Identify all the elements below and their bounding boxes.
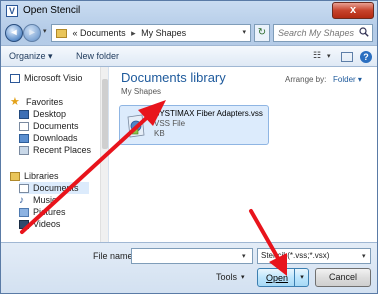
nav-item-recent-places[interactable]: Recent Places	[19, 144, 91, 156]
downloads-icon	[19, 134, 29, 144]
nav-item-libraries[interactable]: Libraries	[10, 170, 59, 182]
nav-item-label: Music	[33, 195, 57, 205]
nav-item-label: Documents	[33, 121, 79, 131]
nav-item-pictures[interactable]: Pictures	[19, 206, 66, 218]
file-name-label: File name:	[93, 251, 136, 261]
file-name-input[interactable]	[131, 248, 253, 264]
nav-item-label: Microsoft Visio	[24, 73, 83, 83]
search-box[interactable]	[273, 24, 373, 42]
videos-icon	[19, 220, 29, 230]
close-button[interactable]: x	[332, 2, 374, 19]
back-button[interactable]: ◂	[5, 24, 23, 42]
file-list-pane: Documents library My Shapes Arrange by: …	[109, 67, 377, 242]
nav-item-label: Pictures	[33, 207, 66, 217]
pictures-icon	[19, 208, 29, 218]
nav-item-label: Downloads	[33, 133, 78, 143]
nav-item-label: Favorites	[26, 97, 64, 107]
library-title: Documents library	[121, 70, 226, 85]
desktop-icon	[19, 110, 29, 120]
navigation-pane: Microsoft Visio ★ Favorites Desktop Docum…	[1, 67, 109, 242]
window-title: Open Stencil	[23, 5, 81, 16]
open-stencil-dialog: V Open Stencil x ◂ ▸ ▾ « Documents ▸ My …	[0, 0, 378, 294]
command-bar: Organize ▾ New folder ☷ ▾ ?	[1, 45, 377, 67]
file-name: SYSTIMAX Fiber Adapters.vss	[154, 109, 263, 118]
cancel-button[interactable]: Cancel	[315, 268, 371, 287]
nav-item-library-documents[interactable]: Documents	[19, 182, 89, 194]
file-name-dropdown-icon[interactable]: ▾	[242, 252, 246, 260]
visio-stencil-file-icon	[127, 114, 145, 138]
library-subtitle: My Shapes	[121, 87, 162, 96]
tools-menu[interactable]: Tools	[216, 272, 237, 282]
preview-pane-icon[interactable]	[341, 52, 353, 62]
open-options-dropdown[interactable]: ▾	[294, 269, 309, 286]
refresh-button[interactable]: ↻	[254, 24, 270, 42]
documents-icon	[19, 122, 29, 132]
open-button[interactable]: Open ▾	[257, 268, 309, 287]
star-icon: ★	[10, 96, 20, 109]
views-dropdown[interactable]: ▾	[327, 52, 331, 60]
file-name-panel: File name: ▾ Stencil (*.vss;*.vsx) ▾ Too…	[1, 242, 377, 293]
breadcrumb-separator[interactable]: ▸	[131, 28, 136, 38]
file-type: VSS File	[154, 119, 186, 128]
help-icon[interactable]: ?	[360, 51, 372, 63]
forward-button[interactable]: ▸	[23, 24, 41, 42]
file-type-select[interactable]: Stencil (*.vss;*.vsx)	[257, 248, 371, 264]
arrange-by-dropdown[interactable]: Folder ▾	[333, 75, 362, 84]
views-icon[interactable]: ☷	[313, 50, 321, 61]
arrange-by-label: Arrange by:	[285, 75, 327, 84]
nav-item-documents[interactable]: Documents	[19, 120, 79, 132]
breadcrumb-prefix[interactable]: «	[73, 28, 78, 38]
nav-scrollbar[interactable]	[100, 67, 108, 242]
breadcrumb-my-shapes[interactable]: My Shapes	[141, 28, 186, 38]
address-bar[interactable]: « Documents ▸ My Shapes ▾	[51, 24, 251, 42]
breadcrumb-documents[interactable]: Documents	[80, 28, 126, 38]
folder-icon	[56, 29, 67, 39]
nav-item-label: Documents	[33, 183, 79, 193]
nav-item-microsoft-visio[interactable]: Microsoft Visio	[10, 72, 82, 84]
file-item-systimax[interactable]: SYSTIMAX Fiber Adapters.vss VSS File KB	[119, 105, 269, 145]
new-folder-button[interactable]: New folder	[76, 51, 119, 61]
recent-places-icon	[19, 146, 29, 156]
search-input[interactable]	[278, 28, 358, 38]
nav-item-label: Desktop	[33, 109, 67, 119]
nav-item-videos[interactable]: Videos	[19, 218, 60, 230]
chevron-down-icon[interactable]: ▾	[242, 25, 246, 41]
organize-menu[interactable]: Organize ▾	[9, 51, 53, 62]
address-row: ◂ ▸ ▾ « Documents ▸ My Shapes ▾ ↻	[1, 21, 377, 45]
open-button-label: Open	[266, 273, 289, 283]
nav-item-label: Recent Places	[33, 145, 92, 155]
visio-app-icon: V	[6, 5, 18, 17]
recent-locations-dropdown[interactable]: ▾	[43, 27, 47, 35]
visio-icon	[10, 74, 20, 84]
nav-item-desktop[interactable]: Desktop	[19, 108, 66, 120]
title-bar: V Open Stencil x	[1, 1, 377, 21]
libraries-icon	[10, 172, 20, 182]
nav-item-label: Videos	[33, 219, 61, 229]
documents-icon	[19, 184, 29, 194]
nav-item-favorites[interactable]: ★ Favorites	[10, 96, 63, 108]
nav-scrollbar-thumb[interactable]	[102, 79, 108, 149]
nav-item-label: Libraries	[24, 171, 59, 181]
music-icon: ♪	[19, 195, 24, 207]
nav-item-music[interactable]: ♪ Music	[19, 194, 57, 206]
file-type-dropdown-icon[interactable]: ▾	[362, 252, 366, 260]
file-size: KB	[154, 129, 165, 138]
tools-dropdown-icon[interactable]: ▾	[241, 273, 245, 281]
search-icon[interactable]	[359, 27, 369, 37]
nav-item-downloads[interactable]: Downloads	[19, 132, 78, 144]
